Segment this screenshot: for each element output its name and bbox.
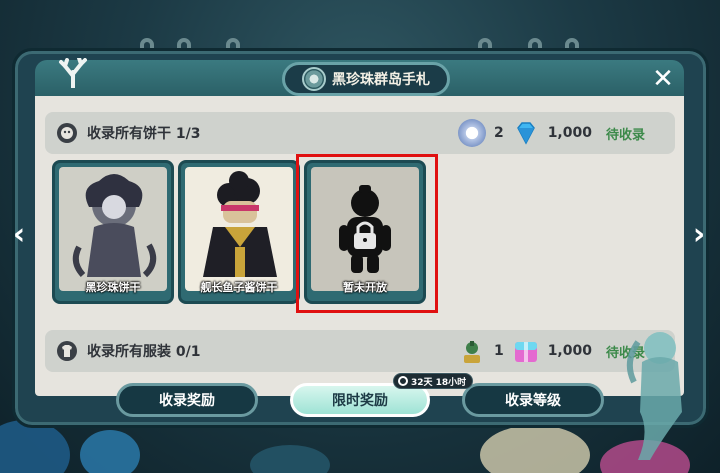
prev-page-arrow-icon[interactable]: ‹	[8, 217, 30, 253]
collect-level-button[interactable]: 收录等级	[462, 383, 604, 417]
limited-reward-label: 限时奖励	[332, 393, 388, 409]
crystal-icon	[516, 122, 535, 145]
cookie-collection-label: 收录所有饼干 1/3	[87, 126, 201, 142]
page-title: 黑珍珠群岛手札	[332, 72, 430, 88]
cookie-collection-bar: 收录所有饼干 1/3 2 1,000 待收录	[45, 112, 675, 154]
shirt-icon	[57, 341, 77, 361]
cookie-collection-rewards: 2 1,000 待收录	[457, 119, 645, 147]
reward-count: 2	[493, 125, 504, 141]
costume-collection-bar: 收录所有服装 0/1 1 1,000 待收录	[45, 330, 675, 372]
reward-count: 1,000	[547, 125, 592, 141]
mermaid-statue-icon	[626, 332, 682, 460]
captain-caviar-cookie-portrait-icon	[203, 171, 277, 277]
selection-highlight	[296, 154, 438, 313]
gift-box-icon	[514, 342, 537, 362]
next-page-arrow-icon[interactable]: ›	[688, 217, 710, 253]
collect-level-label: 收录等级	[505, 393, 561, 409]
cookie-card-captain-caviar[interactable]: 舰长鱼子酱饼干	[178, 160, 300, 304]
collect-reward-label: 收录奖励	[159, 393, 215, 409]
timer-text: 32天 18小时	[411, 377, 467, 388]
reward-count: 1,000	[547, 343, 592, 359]
clock-icon	[398, 376, 408, 386]
reward-count: 1	[493, 343, 504, 359]
costume-collection-rewards: 1 1,000 待收录	[458, 337, 645, 365]
cookie-token-icon	[457, 119, 486, 147]
costume-collection-label: 收录所有服装 0/1	[87, 344, 201, 360]
card-art	[59, 167, 167, 291]
card-art	[185, 167, 293, 291]
event-timer: 32天 18小时	[393, 373, 474, 389]
card-name: 舰长鱼子酱饼干	[200, 281, 278, 294]
cookie-face-icon	[57, 123, 77, 143]
island-emblem-icon	[302, 67, 326, 91]
journal-title-badge: 黑珍珠群岛手札	[282, 62, 450, 96]
card-name: 黑珍珠饼干	[85, 281, 141, 294]
black-pearl-cookie-portrait-icon	[72, 174, 157, 278]
background-coral	[80, 430, 140, 473]
close-button[interactable]: ✕	[650, 66, 676, 92]
background-coral	[250, 445, 330, 473]
collect-reward-button[interactable]: 收录奖励	[116, 383, 258, 417]
cookie-card-black-pearl[interactable]: 黑珍珠饼干	[52, 160, 174, 304]
coral-icon	[59, 58, 87, 88]
collection-status: 待收录	[605, 127, 645, 143]
costume-token-icon	[463, 341, 480, 363]
background-coral	[480, 425, 590, 473]
